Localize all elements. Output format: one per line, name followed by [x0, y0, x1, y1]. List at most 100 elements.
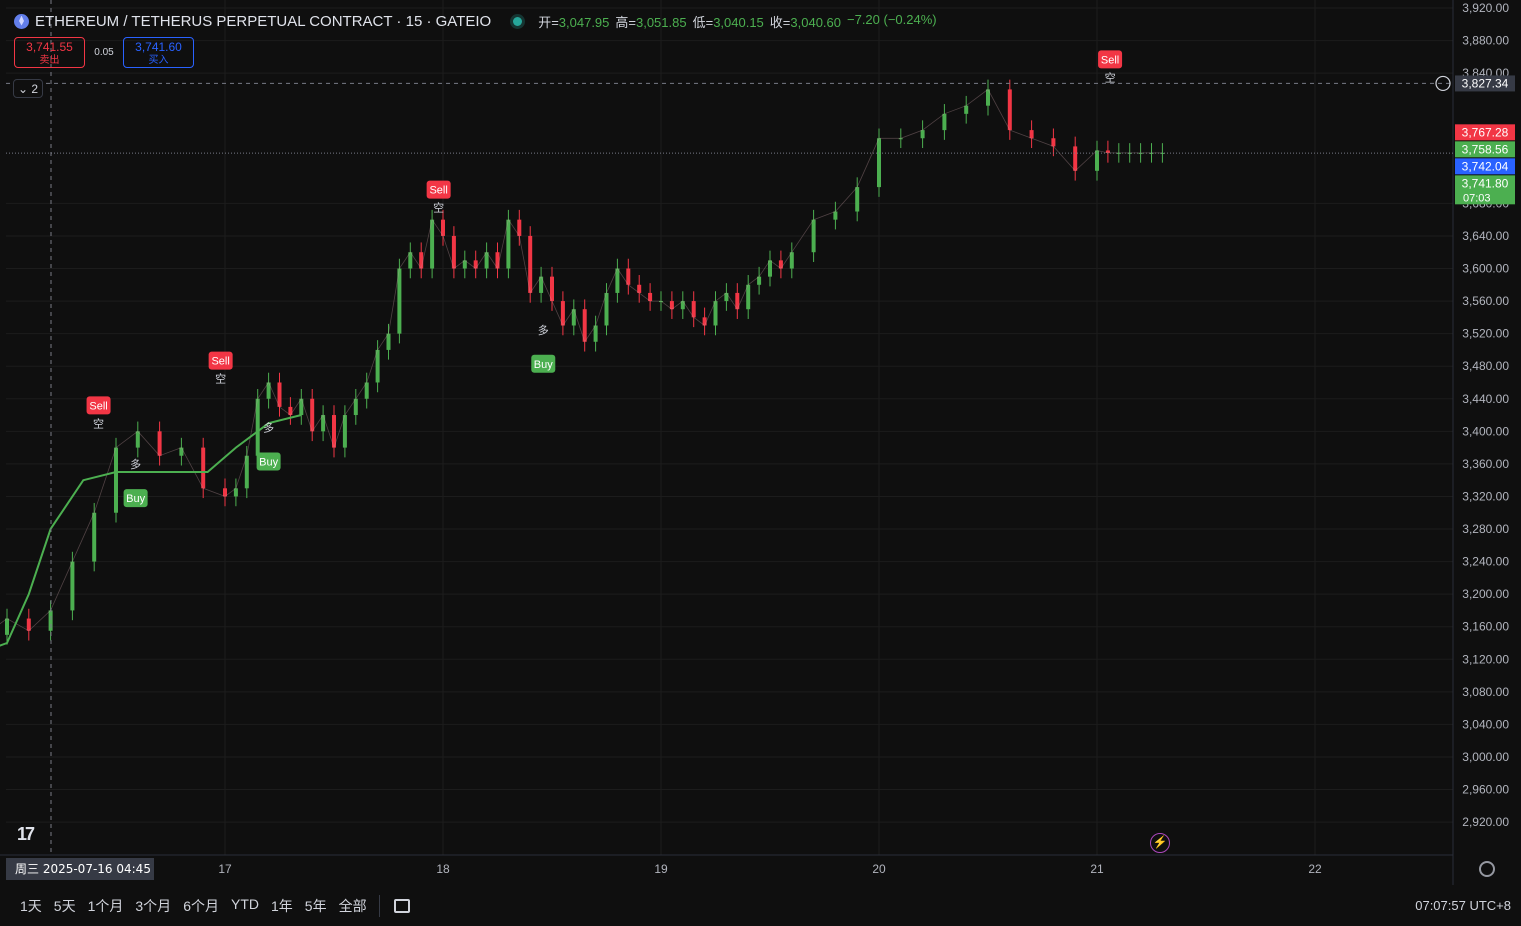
calendar-range-icon[interactable] [393, 898, 410, 913]
signal-text: Buy [534, 359, 553, 371]
signal-direction-text: 空 [93, 416, 104, 430]
sell-price: 3,741.55 [26, 40, 73, 54]
candle-body [5, 618, 9, 635]
spread-value: 0.05 [94, 47, 114, 58]
ohlc-key: 低= [692, 14, 714, 30]
candle-body [1073, 146, 1078, 171]
timeframe-button[interactable]: 1天 [0, 896, 48, 916]
y-tick-label: 3,280.00 [1462, 522, 1509, 536]
timezone-clock[interactable]: 07:07:57 UTC+8 [1415, 898, 1511, 913]
sell-button[interactable]: 3,741.55 卖出 [14, 37, 85, 68]
x-tick-label: 19 [654, 862, 668, 876]
x-tick-label: 22 [1308, 862, 1322, 876]
ohlc-value: 3,040.15 [713, 14, 764, 30]
ohlc-value: 3,051.85 [635, 14, 687, 30]
signal-direction-text: 空 [215, 372, 226, 386]
candle-body [833, 211, 838, 220]
bar-countdown: 07:03 [1463, 192, 1491, 204]
ohlc-item: 开=3,047.95 [538, 12, 609, 31]
ohlc-item: 高=3,051.85 [615, 12, 686, 31]
ohlc-value: −7.20 (−0.24%) [847, 11, 937, 27]
y-tick-label: 3,600.00 [1462, 262, 1509, 276]
timeframe-button[interactable]: 1个月 [82, 896, 130, 916]
indicator-collapse-button[interactable]: ⌄ 2 [13, 79, 43, 98]
timeframe-button[interactable]: 全部 [333, 896, 373, 916]
y-tick-label: 3,000.00 [1462, 750, 1509, 764]
y-tick-label: 3,160.00 [1462, 620, 1509, 634]
y-tick-label: 3,640.00 [1462, 229, 1509, 243]
chart-background [0, 0, 1521, 926]
buy-label: 买入 [148, 55, 169, 66]
signal-direction-text: 空 [433, 201, 444, 215]
chart-canvas[interactable]: Buy多Sell空Buy多Sell空Buy多Sell空Buy多Sell空3,92… [0, 0, 1521, 926]
candle-body [811, 219, 816, 253]
buy-button[interactable]: 3,741.60 买入 [123, 37, 194, 68]
ohlc-item: 收=3,040.60 [770, 12, 841, 31]
signal-direction-text: 多 [538, 323, 549, 337]
candle-body [942, 113, 947, 131]
candle-body [855, 187, 860, 212]
buy-price: 3,741.60 [135, 40, 182, 54]
trade-buttons: 3,741.55 卖出 0.05 3,741.60 买入 [14, 37, 194, 68]
signal-text: Sell [429, 185, 447, 197]
price-axis-label: 3,758.56 [1462, 142, 1509, 156]
y-tick-label: 3,520.00 [1462, 327, 1509, 341]
timeframe-button[interactable]: 5年 [299, 896, 333, 916]
candle-body [964, 105, 969, 114]
candle-body [201, 447, 206, 489]
candle-body [26, 618, 31, 631]
candle-body [70, 561, 75, 611]
timeframe-button[interactable]: 1年 [265, 896, 299, 916]
bolt-icon[interactable]: ⚡ [1150, 833, 1170, 853]
timeframe-button[interactable]: 3个月 [129, 896, 177, 916]
signal-direction-text: 多 [263, 420, 274, 434]
y-tick-label: 3,240.00 [1462, 555, 1509, 569]
y-tick-label: 3,480.00 [1462, 359, 1509, 373]
signal-direction-text: 空 [1105, 70, 1116, 84]
timeframe-button[interactable]: 6个月 [177, 896, 225, 916]
ohlc-value: 3,047.95 [558, 14, 610, 30]
candle-body [92, 512, 97, 562]
y-tick-label: 3,360.00 [1462, 457, 1509, 471]
symbol-title[interactable]: ETHEREUM / TETHERUS PERPETUAL CONTRACT ·… [35, 13, 491, 30]
candle-body [135, 431, 140, 448]
x-tick-label: 17 [218, 862, 232, 876]
timeframe-button[interactable]: YTD [225, 896, 265, 916]
gear-icon[interactable] [1479, 861, 1495, 877]
candle-body [1007, 89, 1012, 131]
price-axis-label: 3,767.28 [1462, 125, 1509, 139]
y-tick-label: 3,880.00 [1462, 34, 1509, 48]
signal-text: Sell [1101, 54, 1119, 66]
candle-body [1029, 130, 1034, 139]
ohlc-item: −7.20 (−0.24%) [847, 12, 937, 31]
ohlc-key: 收= [769, 14, 791, 30]
crosshair-time-label: 周三 2025-07-16 04:45 [15, 862, 151, 876]
ohlc-item: 低=3,040.15 [693, 12, 764, 31]
toolbar-divider [378, 894, 380, 917]
signal-text: Sell [211, 356, 229, 368]
signal-text: Buy [126, 493, 145, 505]
signal-text: Buy [259, 456, 278, 468]
price-axis-label: 3,827.34 [1462, 76, 1509, 90]
y-tick-label: 3,440.00 [1462, 392, 1509, 406]
ohlc-key: 高= [615, 14, 636, 30]
y-tick-label: 3,560.00 [1462, 294, 1509, 308]
ohlc-values: 开=3,047.95 高=3,051.85 低=3,040.15 收=3,040.60… [538, 12, 936, 31]
candle-body [114, 447, 118, 513]
y-tick-label: 3,920.00 [1462, 1, 1509, 15]
timeframe-button[interactable]: 5天 [48, 896, 82, 916]
ethereum-icon [14, 13, 29, 29]
sell-label: 卖出 [39, 55, 60, 66]
y-tick-label: 3,320.00 [1462, 489, 1509, 503]
y-tick-label: 3,400.00 [1462, 424, 1509, 438]
y-tick-label: 3,200.00 [1462, 587, 1509, 601]
ohlc-value: 3,040.60 [790, 14, 841, 30]
candle-body [920, 130, 925, 139]
candle-body [1051, 138, 1056, 147]
y-tick-label: 2,920.00 [1462, 815, 1509, 829]
candle-body [157, 431, 162, 456]
y-tick-label: 3,040.00 [1462, 717, 1509, 731]
market-open-status-icon [513, 16, 523, 26]
tradingview-logo[interactable]: 17 [17, 824, 35, 845]
candle-body [179, 447, 184, 456]
